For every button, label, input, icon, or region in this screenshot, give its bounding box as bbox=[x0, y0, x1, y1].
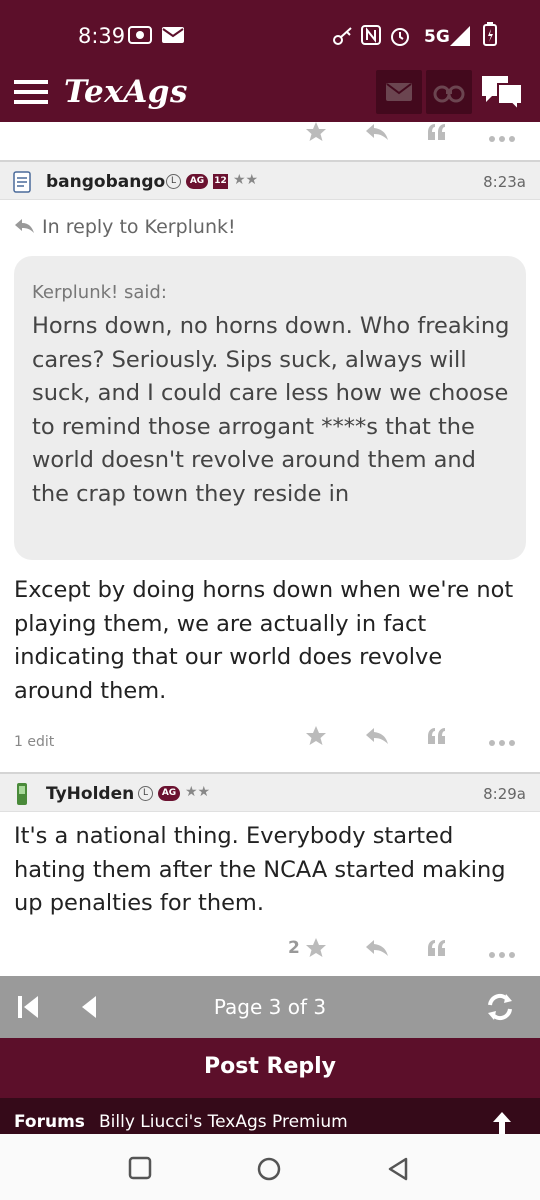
forums-link[interactable]: Forums bbox=[14, 1112, 85, 1132]
watch-button[interactable] bbox=[426, 70, 472, 114]
signal-icon bbox=[450, 26, 470, 50]
quote-icon[interactable] bbox=[426, 726, 448, 750]
star-icon[interactable] bbox=[304, 724, 328, 752]
chat-icon[interactable] bbox=[480, 72, 526, 118]
notepad-icon bbox=[12, 170, 32, 198]
quote-block: Kerplunk! said: Horns down, no horns dow… bbox=[14, 256, 526, 560]
more-icon[interactable] bbox=[488, 944, 516, 963]
quote-icon[interactable] bbox=[426, 122, 448, 146]
alarm-icon bbox=[389, 25, 411, 51]
phone-icon bbox=[14, 782, 30, 810]
more-icon[interactable] bbox=[488, 732, 516, 751]
status-time: 8:39 bbox=[78, 24, 126, 48]
post-header: bangobango L AG 12 ★★ 8:23a bbox=[0, 160, 540, 200]
quote-icon[interactable] bbox=[426, 938, 448, 962]
messages-button[interactable] bbox=[376, 70, 422, 114]
post-body: It's a national thing. Everybody started… bbox=[14, 823, 506, 916]
quote-text: Horns down, no horns down. Who freaking … bbox=[32, 313, 510, 507]
badge-year: 12 bbox=[213, 174, 228, 189]
forum-name-link[interactable]: Billy Liucci's TexAgs Premium bbox=[99, 1112, 348, 1132]
user-stars: ★★ bbox=[233, 172, 259, 188]
post-header: TyHolden L AG ★★ 8:29a bbox=[0, 772, 540, 812]
post-actions bbox=[0, 722, 540, 762]
key-icon bbox=[332, 26, 354, 50]
more-icon[interactable] bbox=[488, 128, 516, 147]
envelope-icon bbox=[386, 83, 412, 101]
post-time: 8:29a bbox=[483, 785, 526, 803]
reply-arrow-icon[interactable] bbox=[364, 938, 390, 962]
page-indicator[interactable]: Page 3 of 3 bbox=[0, 995, 540, 1019]
reply-to-link[interactable]: In reply to Kerplunk! bbox=[14, 216, 236, 238]
star-count: 2 bbox=[288, 938, 300, 958]
reply-arrow-icon[interactable] bbox=[364, 122, 390, 146]
post-time: 8:23a bbox=[483, 173, 526, 191]
username[interactable]: bangobango bbox=[46, 172, 165, 192]
user-stars: ★★ bbox=[185, 784, 211, 800]
app-header: TexAgs bbox=[0, 66, 540, 122]
gmail-icon bbox=[162, 27, 184, 47]
username[interactable]: TyHolden bbox=[46, 784, 134, 804]
nfc-icon bbox=[361, 25, 381, 49]
badge-l: L bbox=[138, 786, 153, 801]
hamburger-menu-icon[interactable] bbox=[14, 78, 48, 110]
home-button-icon[interactable] bbox=[256, 1156, 282, 1186]
post-body: Except by doing horns down when we're no… bbox=[14, 577, 514, 704]
star-icon[interactable] bbox=[304, 120, 328, 148]
texags-logo[interactable]: TexAgs bbox=[64, 74, 188, 110]
reply-arrow-icon[interactable] bbox=[364, 726, 390, 750]
reply-arrow-icon bbox=[15, 219, 34, 233]
post-reply-button[interactable]: Post Reply bbox=[0, 1038, 540, 1098]
battery-icon bbox=[483, 22, 497, 50]
quote-author: Kerplunk! said: bbox=[32, 282, 167, 303]
binoculars-icon bbox=[433, 85, 465, 103]
pagination-bar: Page 3 of 3 bbox=[0, 976, 540, 1038]
recents-button-icon[interactable] bbox=[128, 1156, 152, 1184]
back-button-icon[interactable] bbox=[386, 1156, 410, 1186]
post-actions: 2 bbox=[0, 936, 540, 976]
screen-record-icon bbox=[128, 26, 152, 48]
badge-l: L bbox=[166, 174, 181, 189]
refresh-icon[interactable] bbox=[484, 992, 516, 1026]
status-bar: 8:39 5G bbox=[0, 0, 540, 66]
star-icon[interactable] bbox=[304, 936, 328, 964]
forums-bar: Forums Billy Liucci's TexAgs Premium bbox=[0, 1098, 540, 1134]
system-nav-bar bbox=[0, 1134, 540, 1200]
badge-ag: AG bbox=[186, 174, 208, 189]
badge-ag: AG bbox=[158, 786, 180, 801]
network-label: 5G bbox=[424, 27, 450, 47]
reply-to-label: In reply to Kerplunk! bbox=[42, 216, 236, 238]
post-actions-prev bbox=[0, 118, 540, 158]
